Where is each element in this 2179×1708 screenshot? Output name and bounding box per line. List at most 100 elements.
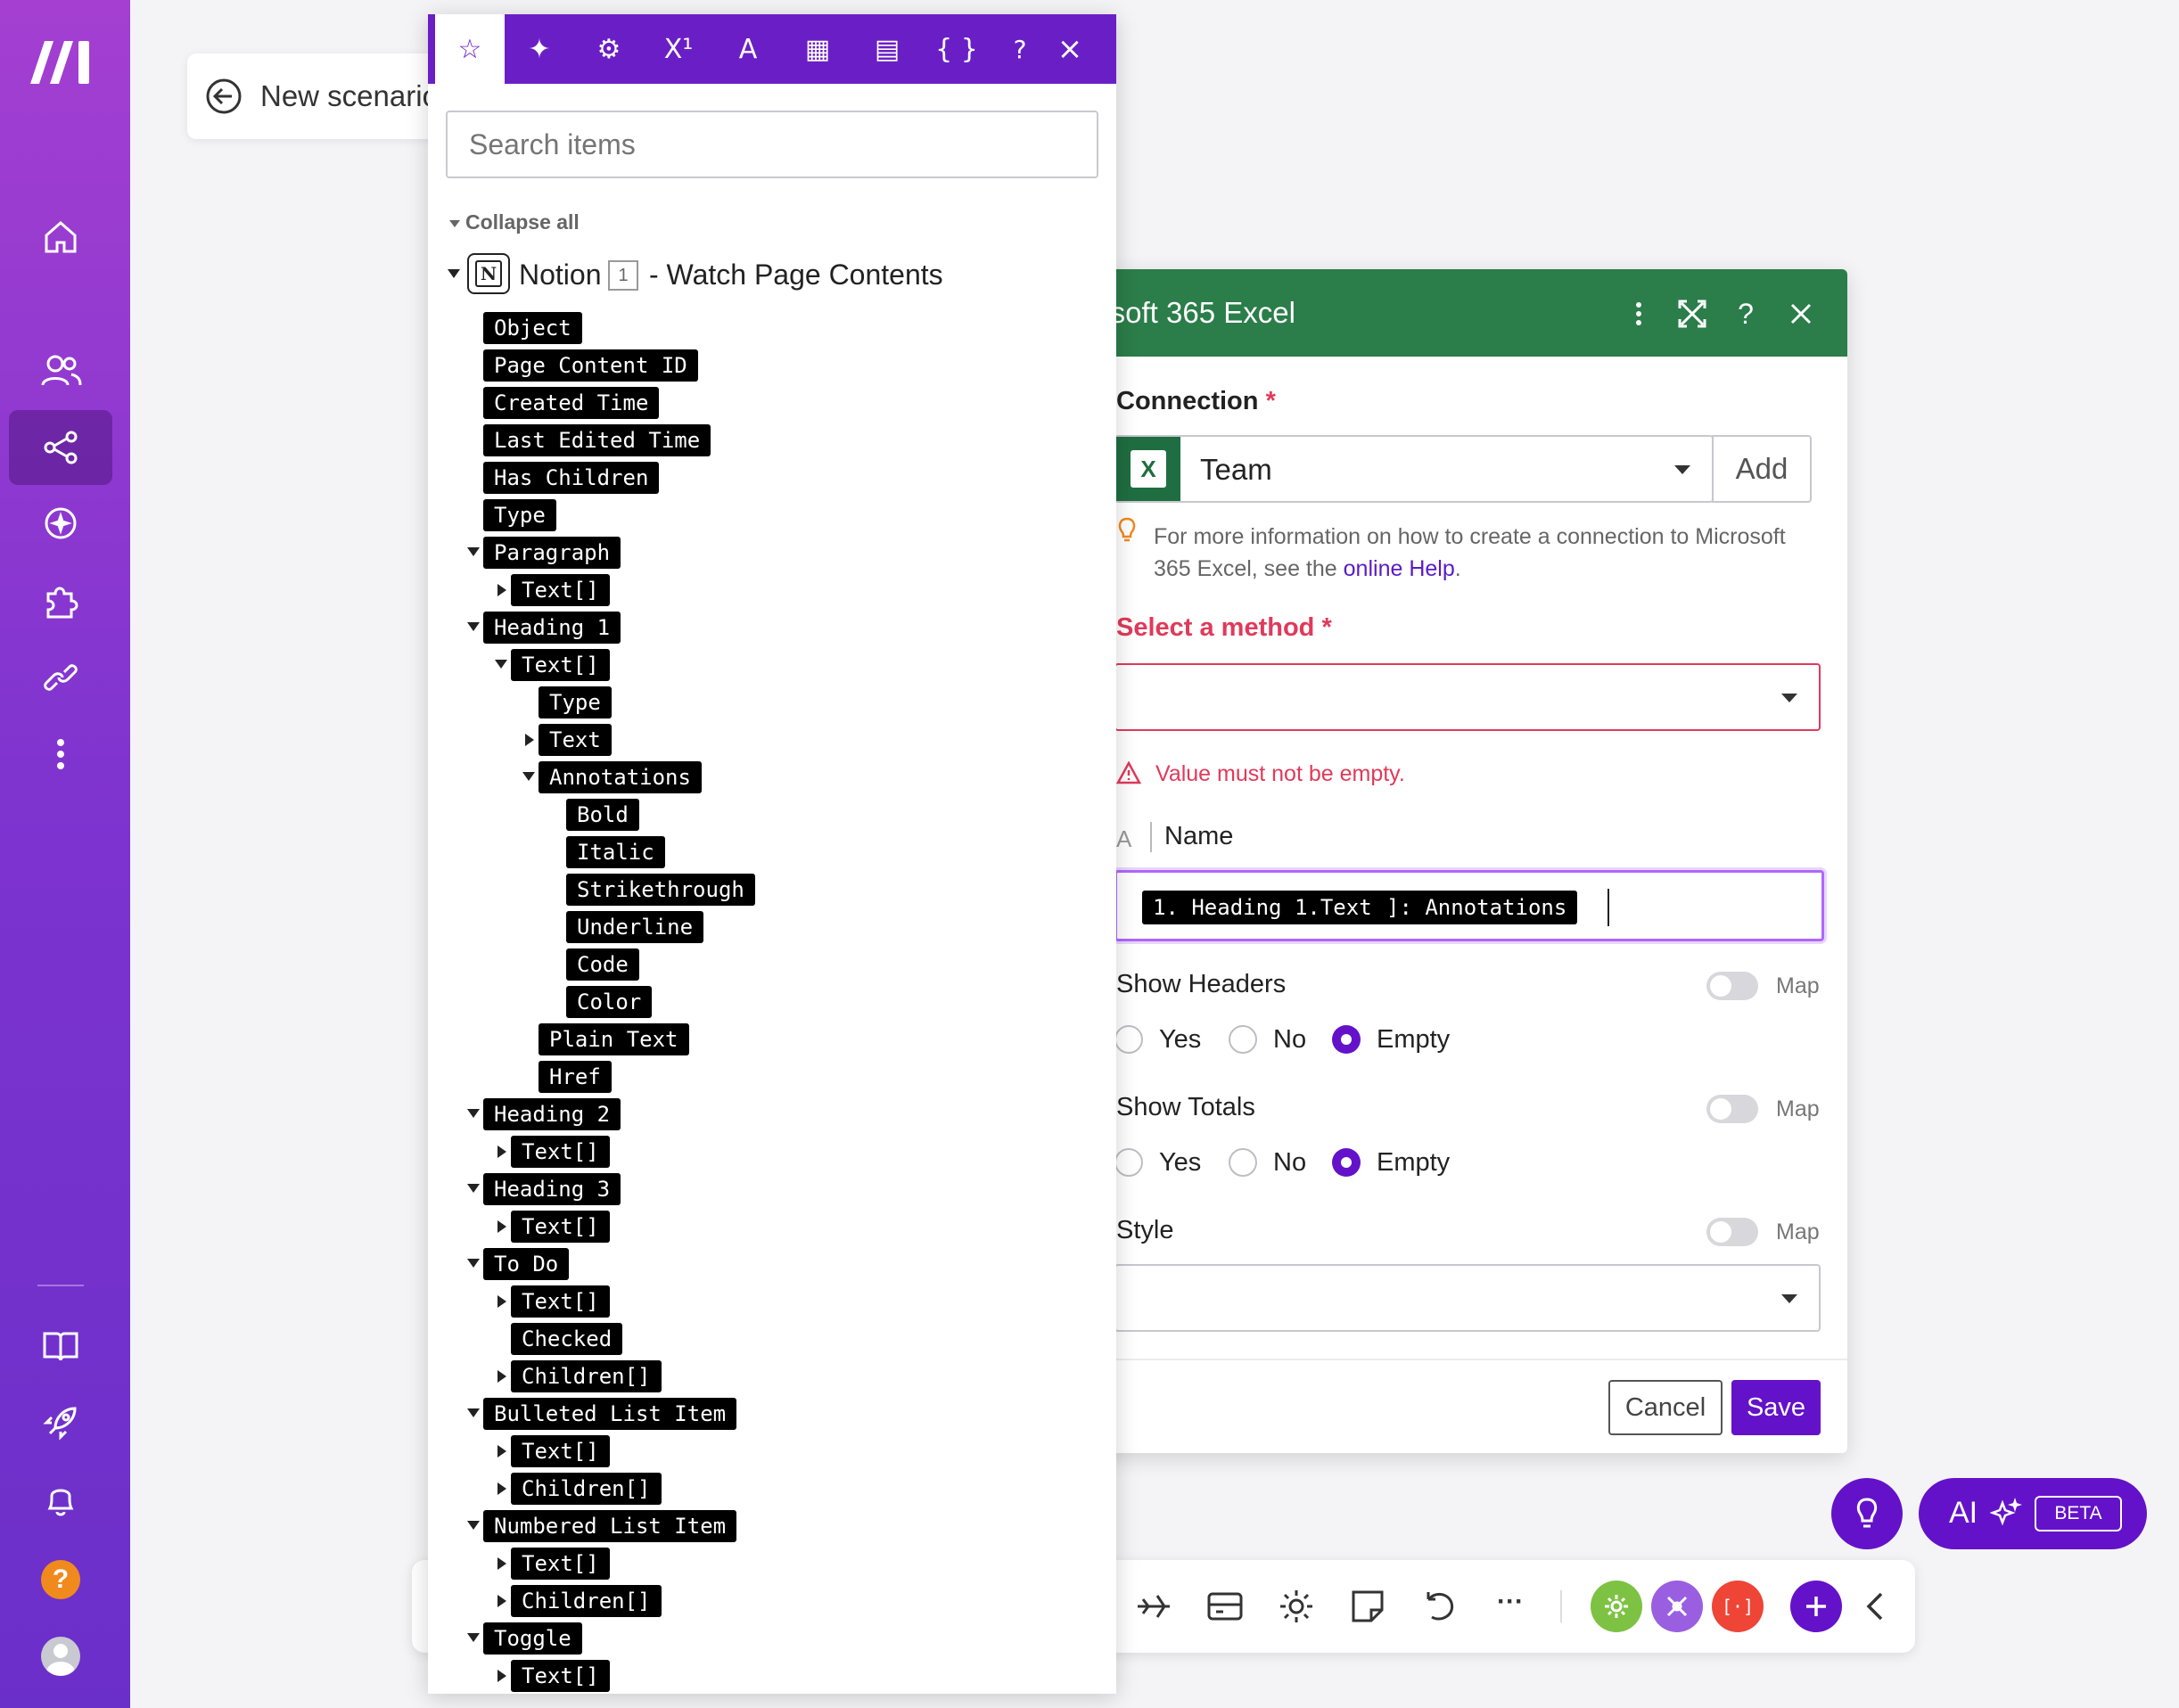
undo-icon[interactable]: [1419, 1587, 1459, 1626]
mappable-item-tag[interactable]: Type: [483, 499, 556, 531]
sidebar-item-scenarios[interactable]: [9, 410, 112, 485]
mappable-item-tag[interactable]: Heading 2: [483, 1098, 621, 1130]
mappable-item-tag[interactable]: Text[]: [511, 1211, 610, 1243]
tree-item[interactable]: Text: [428, 724, 1116, 756]
scenario-title[interactable]: New scenario: [260, 79, 439, 113]
mappable-item-tag[interactable]: Children[]: [511, 1360, 662, 1392]
caret-right-icon[interactable]: [497, 1482, 506, 1495]
mapped-token[interactable]: ]: Annotations: [1376, 891, 1578, 924]
mappable-item-tag[interactable]: Heading 3: [483, 1173, 621, 1205]
caret-down-icon[interactable]: [467, 547, 480, 556]
tree-item[interactable]: Code: [428, 948, 1116, 981]
mappable-item-tag[interactable]: Strikethrough: [566, 874, 755, 906]
mappable-item-tag[interactable]: To Do: [483, 1248, 570, 1280]
help-icon[interactable]: ?: [1730, 298, 1762, 330]
caret-down-icon[interactable]: [467, 1109, 480, 1118]
mappable-item-tag[interactable]: Type: [539, 686, 612, 719]
tree-item[interactable]: Text[]: [428, 1435, 1116, 1467]
mappable-item-tag[interactable]: Text[]: [511, 1136, 610, 1168]
tree-item[interactable]: Children[]: [428, 1473, 1116, 1505]
style-map-toggle[interactable]: [1706, 1218, 1758, 1246]
sidebar-item-apps[interactable]: [9, 563, 112, 638]
back-arrow-icon[interactable]: [205, 78, 243, 115]
mappable-item-tag[interactable]: Code: [566, 948, 639, 981]
notes-icon[interactable]: [1348, 1587, 1387, 1626]
tree-item[interactable]: Text[]: [428, 1548, 1116, 1580]
tree-item[interactable]: Type: [428, 499, 1116, 531]
tree-item[interactable]: Italic: [428, 836, 1116, 868]
caret-right-icon[interactable]: [525, 734, 534, 746]
sidebar-item-profile[interactable]: [9, 1619, 112, 1694]
tree-item[interactable]: Heading 3: [428, 1173, 1116, 1205]
tree-item[interactable]: Text[]: [428, 574, 1116, 606]
picker-help-icon[interactable]: ?: [995, 14, 1045, 84]
mappable-item-tag[interactable]: Text[]: [511, 1285, 610, 1318]
show-totals-empty-radio[interactable]: [1332, 1148, 1361, 1177]
caret-right-icon[interactable]: [497, 1595, 506, 1607]
tree-item[interactable]: Page Content ID: [428, 349, 1116, 382]
caret-down-icon[interactable]: [467, 1408, 480, 1417]
settings-icon[interactable]: [1277, 1587, 1316, 1626]
tab-math[interactable]: X¹: [644, 14, 713, 84]
tree-item[interactable]: Checked: [428, 1323, 1116, 1355]
mappable-item-tag[interactable]: Bold: [566, 799, 639, 831]
tree-item[interactable]: Text[]: [428, 1136, 1116, 1168]
tree-item[interactable]: Color: [428, 986, 1116, 1018]
tree-item[interactable]: Text[]: [428, 1285, 1116, 1318]
mappable-item-tag[interactable]: Text[]: [511, 1660, 610, 1692]
caret-down-icon[interactable]: [522, 772, 535, 781]
console-icon[interactable]: [1205, 1587, 1245, 1626]
mappable-item-tag[interactable]: Heading 1: [483, 612, 621, 644]
collapse-all-button[interactable]: Collapse all: [449, 210, 580, 234]
tree-item[interactable]: Created Time: [428, 387, 1116, 419]
sidebar-item-launch[interactable]: [9, 1385, 112, 1460]
tab-json[interactable]: { }: [922, 14, 991, 84]
mappable-item-tag[interactable]: Numbered List Item: [483, 1510, 737, 1542]
close-icon[interactable]: [1785, 298, 1817, 330]
mapped-token[interactable]: 1. Heading 1.Text[: [1142, 891, 1396, 924]
caret-right-icon[interactable]: [497, 1370, 506, 1383]
tree-item[interactable]: To Do: [428, 1248, 1116, 1280]
mappable-item-tag[interactable]: Text[]: [511, 1548, 610, 1580]
sidebar-item-more[interactable]: [9, 717, 112, 792]
caret-right-icon[interactable]: [497, 1295, 506, 1308]
caret-down-icon[interactable]: [467, 1259, 480, 1268]
tools-button[interactable]: [1591, 1581, 1642, 1632]
sidebar-item-docs[interactable]: [9, 1309, 112, 1384]
tab-ai[interactable]: ✦: [505, 14, 574, 84]
caret-right-icon[interactable]: [497, 1557, 506, 1570]
mappable-item-tag[interactable]: Paragraph: [483, 537, 621, 569]
tab-date[interactable]: ▦: [783, 14, 852, 84]
tree-item[interactable]: Has Children: [428, 462, 1116, 494]
tree-item[interactable]: Children[]: [428, 1585, 1116, 1617]
mappable-item-tag[interactable]: Bulleted List Item: [483, 1398, 737, 1430]
add-module-button[interactable]: [1790, 1581, 1842, 1632]
mappable-item-tag[interactable]: Href: [539, 1061, 612, 1093]
sidebar-item-ai-agents[interactable]: [9, 486, 112, 561]
tree-item[interactable]: Underline: [428, 911, 1116, 943]
tree-item[interactable]: Toggle: [428, 1622, 1116, 1655]
module-header[interactable]: N Notion 1 - Watch Page Contents: [428, 251, 1116, 296]
save-button[interactable]: Save: [1731, 1380, 1821, 1435]
mappable-item-tag[interactable]: Text[]: [511, 649, 610, 681]
tab-text[interactable]: A: [713, 14, 783, 84]
chevron-left-icon[interactable]: [1856, 1587, 1895, 1626]
show-headers-empty-radio[interactable]: [1332, 1025, 1361, 1054]
mappable-item-tag[interactable]: Has Children: [483, 462, 660, 494]
caret-down-icon[interactable]: [467, 1184, 480, 1193]
style-select[interactable]: [1114, 1264, 1821, 1332]
method-select[interactable]: [1114, 663, 1821, 731]
tree-item[interactable]: Heading 2: [428, 1098, 1116, 1130]
caret-down-icon[interactable]: [495, 660, 507, 669]
sidebar-item-help[interactable]: ?: [9, 1542, 112, 1617]
make-logo[interactable]: [27, 37, 95, 87]
tree-item[interactable]: Paragraph: [428, 537, 1116, 569]
airplane-icon[interactable]: [1134, 1587, 1173, 1626]
cancel-button[interactable]: Cancel: [1608, 1380, 1723, 1435]
tree-item[interactable]: Plain Text: [428, 1023, 1116, 1055]
tree-item[interactable]: Type: [428, 686, 1116, 719]
caret-right-icon[interactable]: [497, 1670, 506, 1682]
more-horizontal-icon[interactable]: ···: [1491, 1587, 1530, 1626]
mappable-item-tag[interactable]: Color: [566, 986, 653, 1018]
mappable-item-tag[interactable]: Last Edited Time: [483, 424, 711, 456]
